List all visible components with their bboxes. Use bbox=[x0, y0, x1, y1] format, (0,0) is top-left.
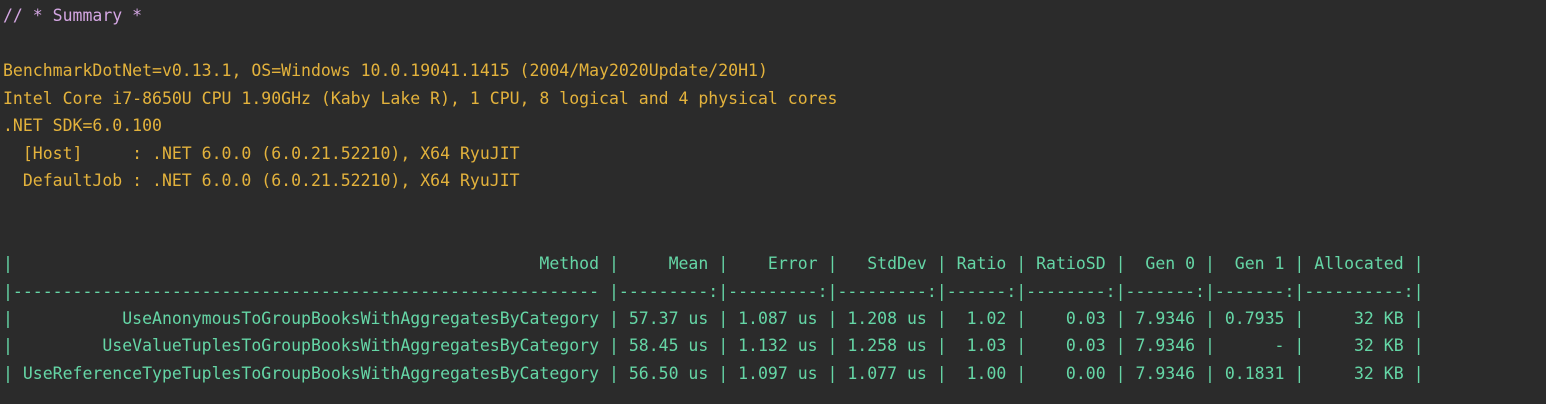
env-line-sdk: .NET SDK=6.0.100 bbox=[3, 116, 162, 135]
console-output: // * Summary * BenchmarkDotNet=v0.13.1, … bbox=[0, 0, 1546, 404]
table-header-row: | Method | Mean | Error | StdDev | Ratio… bbox=[3, 254, 1424, 273]
table-separator-row: |---------------------------------------… bbox=[3, 282, 1424, 301]
table-row: | UseAnonymousToGroupBooksWithAggregates… bbox=[3, 309, 1424, 328]
env-line-benchmarkdotnet: BenchmarkDotNet=v0.13.1, OS=Windows 10.0… bbox=[3, 61, 768, 80]
env-line-cpu: Intel Core i7-8650U CPU 1.90GHz (Kaby La… bbox=[3, 89, 838, 108]
env-line-defaultjob: DefaultJob : .NET 6.0.0 (6.0.21.52210), … bbox=[3, 171, 520, 190]
table-row: | UseValueTuplesToGroupBooksWithAggregat… bbox=[3, 336, 1424, 355]
summary-heading: // * Summary * bbox=[3, 6, 143, 25]
table-row: | UseReferenceTypeTuplesToGroupBooksWith… bbox=[3, 364, 1424, 383]
env-line-host: [Host] : .NET 6.0.0 (6.0.21.52210), X64 … bbox=[3, 144, 520, 163]
